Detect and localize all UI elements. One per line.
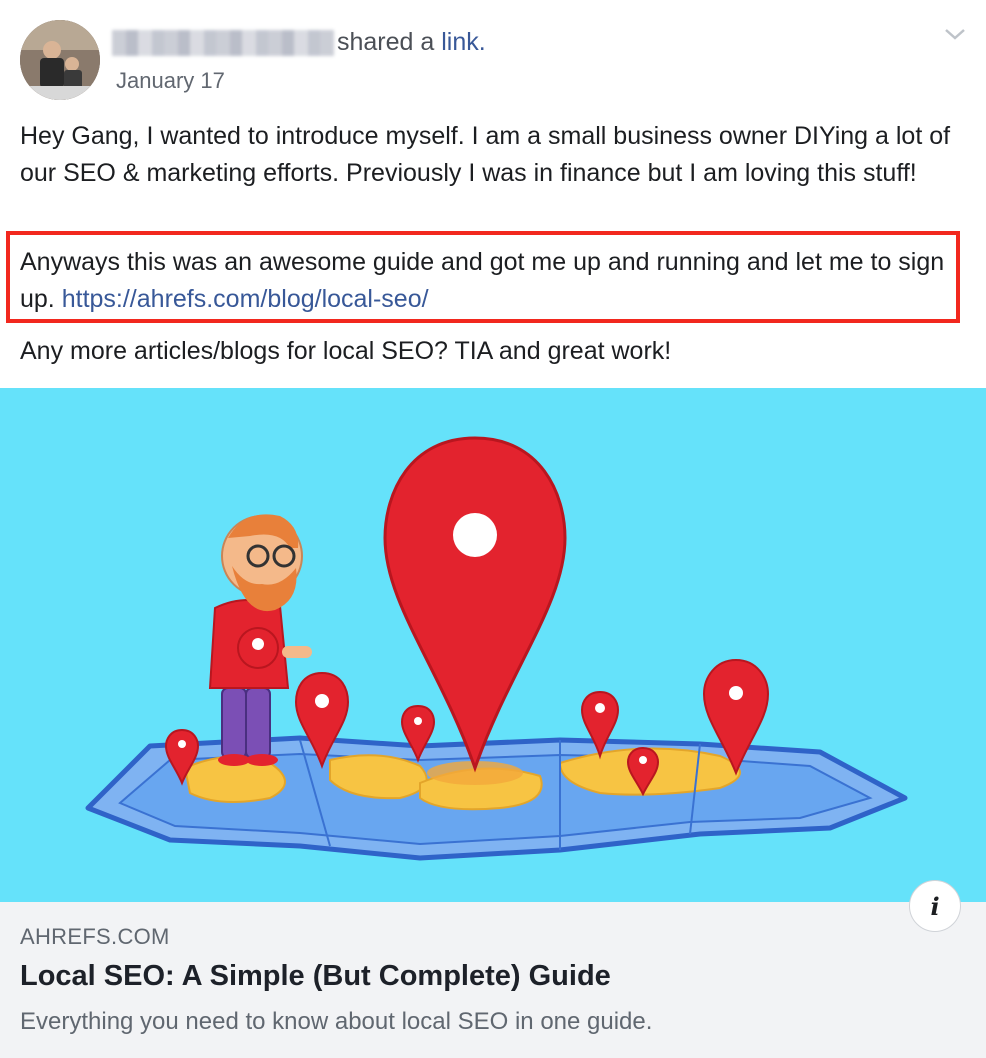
info-icon[interactable]: i	[909, 880, 961, 932]
post-paragraph-question: Any more articles/blogs for local SEO? T…	[20, 337, 672, 365]
link-preview-meta[interactable]: AHREFS.COM Local SEO: A Simple (But Comp…	[0, 902, 986, 1058]
feed-post: shared a link. January 17 Hey Gang, I wa…	[0, 0, 986, 1058]
headline-link[interactable]: link.	[441, 28, 485, 56]
link-preview-card[interactable]: AHREFS.COM Local SEO: A Simple (But Comp…	[0, 388, 986, 1058]
link-description: Everything you need to know about local …	[20, 1008, 653, 1035]
avatar[interactable]	[20, 20, 100, 100]
link-preview-image[interactable]	[0, 388, 986, 902]
local-seo-illustration	[85, 436, 908, 861]
info-icon-glyph: i	[930, 891, 940, 921]
headline-prefix: shared a	[337, 28, 435, 56]
highlight-annotation-box	[6, 231, 960, 323]
author-name-redacted[interactable]	[112, 30, 334, 56]
post-timestamp[interactable]: January 17	[116, 68, 225, 94]
chevron-down-icon[interactable]	[942, 24, 968, 44]
post-paragraph-intro: Hey Gang, I wanted to introduce myself. …	[20, 122, 951, 187]
link-domain: AHREFS.COM	[20, 924, 170, 949]
post-headline: shared a link.	[337, 28, 486, 57]
link-title[interactable]: Local SEO: A Simple (But Complete) Guide	[20, 960, 611, 993]
